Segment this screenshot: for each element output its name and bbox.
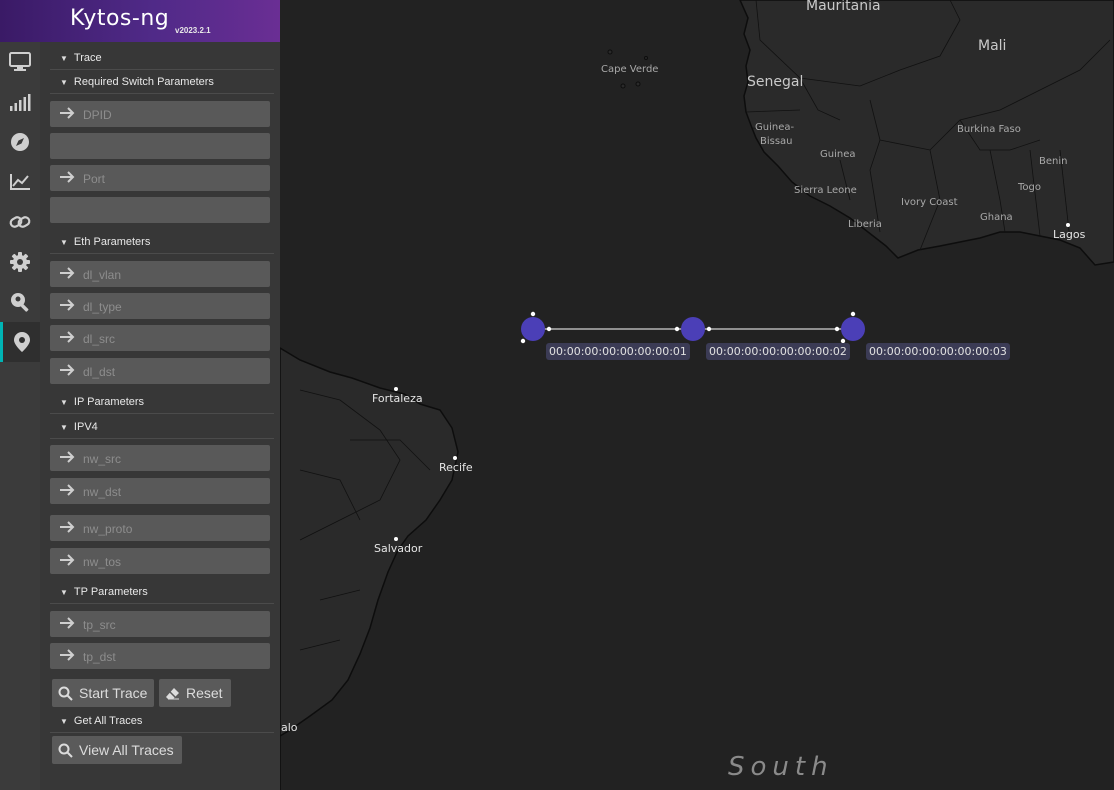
divider [50, 732, 274, 733]
city-label: Salvador [374, 542, 423, 555]
gear-icon[interactable] [0, 242, 40, 282]
section-ip-parameters[interactable]: ▼ IP Parameters [60, 396, 144, 408]
link-icon[interactable] [0, 202, 40, 242]
divider [50, 603, 274, 604]
divider [50, 253, 274, 254]
search-icon [58, 686, 73, 701]
dl-type-input[interactable]: dl_type [50, 293, 270, 319]
section-trace[interactable]: ▼ Trace [60, 52, 102, 64]
switch-label-2: 00:00:00:00:00:00:00:02 [706, 343, 850, 360]
country-label: Mauritania [806, 0, 881, 14]
reset-button[interactable]: Reset [159, 679, 231, 707]
divider [50, 69, 274, 70]
trace-panel: ▼ Trace ▼ Required Switch Parameters DPID … [40, 42, 280, 790]
city-label: Fortaleza [372, 392, 423, 405]
switch-label-1: 00:00:00:00:00:00:00:01 [546, 343, 690, 360]
dpid-input[interactable]: DPID [50, 101, 270, 127]
divider [50, 438, 274, 439]
country-label: Liberia [848, 219, 882, 230]
kytos-logo: Kytos-ng [70, 6, 170, 31]
country-label: Bissau [760, 136, 793, 147]
nw-dst-input[interactable]: nw_dst [50, 478, 270, 504]
country-label: Senegal [747, 74, 804, 90]
port-input[interactable]: Port [50, 165, 270, 191]
country-label: Guinea [820, 149, 856, 160]
start-trace-button[interactable]: Start Trace [52, 679, 154, 707]
tp-dst-input[interactable]: tp_dst [50, 643, 270, 669]
monitor-icon[interactable] [0, 42, 40, 82]
switch-label-3: 00:00:00:00:00:00:00:03 [866, 343, 1010, 360]
dpid-select[interactable] [50, 133, 270, 159]
section-required-switch-parameters[interactable]: ▼ Required Switch Parameters [60, 76, 214, 88]
nw-tos-input[interactable]: nw_tos [50, 548, 270, 574]
dl-src-input[interactable]: dl_src [50, 325, 270, 351]
country-label: Ivory Coast [901, 197, 958, 208]
city-label: alo [281, 721, 298, 734]
eraser-icon [166, 687, 179, 699]
version-label: v2023.2.1 [175, 26, 211, 35]
tp-src-input[interactable]: tp_src [50, 611, 270, 637]
country-label: Ghana [980, 212, 1013, 223]
city-label: Lagos [1053, 228, 1086, 241]
port-select[interactable] [50, 197, 270, 223]
dl-vlan-input[interactable]: dl_vlan [50, 261, 270, 287]
app-header: Kytos-ng v2023.2.1 [0, 0, 280, 42]
divider [50, 413, 274, 414]
divider [50, 93, 274, 94]
city-label: Recife [439, 461, 473, 474]
icon-sidebar [0, 42, 40, 790]
section-get-all-traces[interactable]: ▼ Get All Traces [60, 715, 142, 727]
country-label: Benin [1039, 156, 1068, 167]
nw-proto-input[interactable]: nw_proto [50, 515, 270, 541]
compass-icon[interactable] [0, 122, 40, 162]
country-label: Cape Verde [601, 64, 659, 75]
section-ipv4[interactable]: ▼ IPV4 [60, 421, 98, 433]
country-label: Mali [978, 38, 1007, 54]
map-pin-icon[interactable] [0, 322, 40, 362]
dl-dst-input[interactable]: dl_dst [50, 358, 270, 384]
section-eth-parameters[interactable]: ▼ Eth Parameters [60, 236, 150, 248]
nw-src-input[interactable]: nw_src [50, 445, 270, 471]
section-tp-parameters[interactable]: ▼ TP Parameters [60, 586, 148, 598]
view-all-traces-button[interactable]: View All Traces [52, 736, 182, 764]
country-label: Burkina Faso [957, 124, 1021, 135]
line-chart-icon[interactable] [0, 162, 40, 202]
map-search-icon[interactable] [0, 282, 40, 322]
ocean-label: South [728, 752, 834, 782]
country-label: Togo [1018, 182, 1041, 193]
signal-bars-icon[interactable] [0, 82, 40, 122]
search-icon [58, 743, 73, 758]
country-label: Guinea- [755, 122, 795, 133]
country-label: Sierra Leone [794, 185, 857, 196]
